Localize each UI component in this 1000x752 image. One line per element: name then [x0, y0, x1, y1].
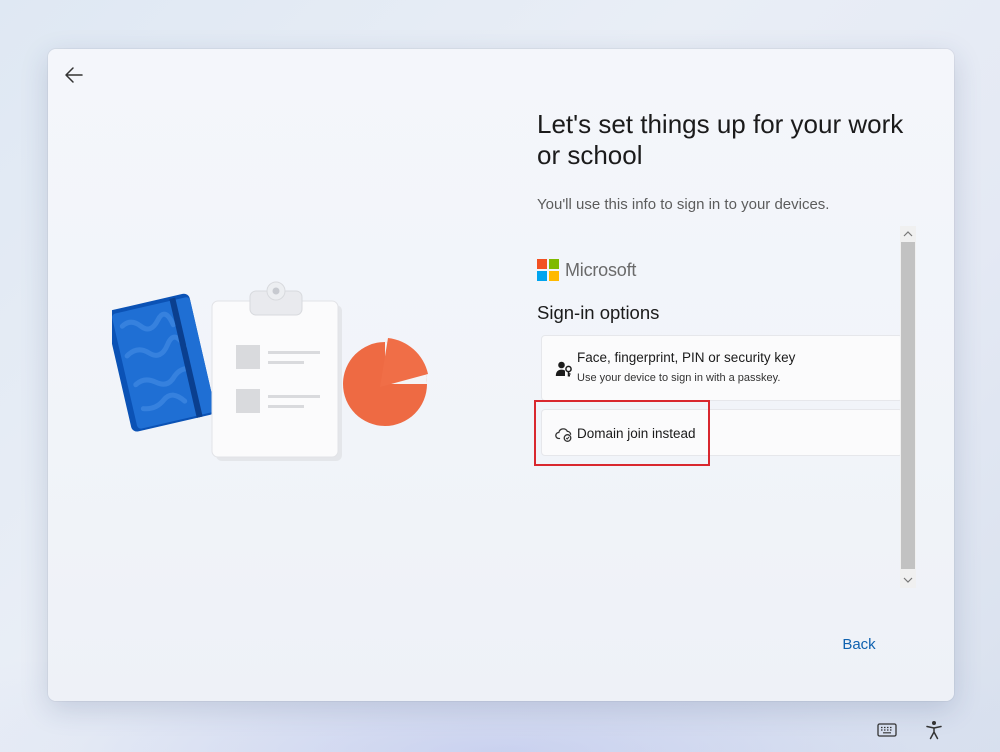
- setup-window: Let's set things up for your work or sch…: [48, 49, 954, 701]
- setup-illustration: [105, 279, 432, 469]
- scrollbar-thumb[interactable]: [901, 242, 915, 569]
- signin-options-heading: Sign-in options: [537, 302, 660, 323]
- microsoft-wordmark: Microsoft: [565, 259, 637, 280]
- passkey-option[interactable]: Face, fingerprint, PIN or security key U…: [541, 335, 903, 401]
- page-subtitle: You'll use this info to sign in to your …: [537, 196, 830, 213]
- keyboard-icon[interactable]: [875, 718, 899, 742]
- notebook-illustration: [105, 293, 216, 432]
- pie-chart-illustration: [343, 338, 428, 426]
- scroll-down-icon[interactable]: [900, 572, 916, 588]
- accessibility-icon[interactable]: [922, 718, 946, 742]
- cloud-sync-icon: [555, 425, 573, 443]
- options-scrollbar[interactable]: [900, 226, 916, 588]
- microsoft-logo: Microsoft: [537, 259, 636, 281]
- domain-join-option[interactable]: Domain join instead: [541, 409, 903, 456]
- back-arrow-icon[interactable]: [62, 63, 86, 87]
- page-title: Let's set things up for your work or sch…: [537, 109, 904, 170]
- back-button[interactable]: Back: [824, 629, 894, 659]
- domain-join-option-title: Domain join instead: [577, 426, 696, 441]
- person-key-icon: [555, 360, 573, 378]
- clipboard-illustration: [211, 281, 342, 461]
- microsoft-logo-icon: [537, 259, 559, 281]
- passkey-option-description: Use your device to sign in with a passke…: [577, 372, 781, 384]
- passkey-option-title: Face, fingerprint, PIN or security key: [577, 350, 796, 365]
- signin-options-panel: Microsoft Sign-in options Face, fingerpr…: [537, 229, 916, 589]
- scroll-up-icon[interactable]: [900, 226, 916, 242]
